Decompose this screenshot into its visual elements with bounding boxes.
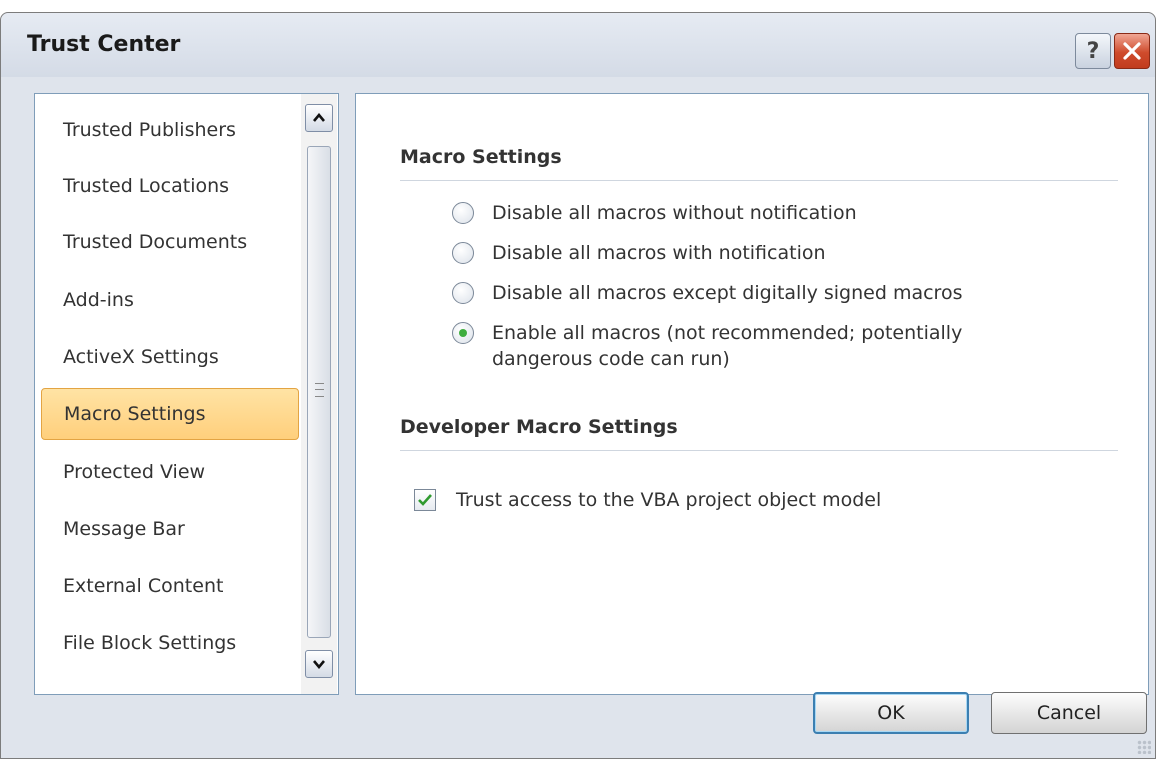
grip-icon [315,383,324,397]
radio-disable-except-signed[interactable]: Disable all macros except digitally sign… [452,280,962,306]
cancel-button[interactable]: Cancel [991,692,1147,734]
nav-item-add-ins[interactable]: Add-ins [41,274,299,326]
macro-settings-heading: Macro Settings [400,146,562,168]
chevron-down-icon [313,660,325,669]
developer-settings-heading: Developer Macro Settings [400,416,678,438]
radio-enable-all-macros[interactable]: Enable all macros (not recommended; pote… [452,320,962,372]
scroll-down-button[interactable] [305,650,333,678]
radio-button[interactable] [452,282,474,304]
radio-disable-with-notification[interactable]: Disable all macros with notification [452,240,826,266]
settings-panel: Macro Settings Disable all macros withou… [355,93,1149,695]
resize-grip-icon[interactable] [1137,740,1151,754]
radio-label-line-1: Enable all macros (not recommended; pote… [492,322,963,344]
ok-button[interactable]: OK [813,692,969,734]
radio-label: Enable all macros (not recommended; pote… [492,320,962,372]
close-button[interactable] [1114,33,1150,69]
radio-button[interactable] [452,242,474,264]
title-bar[interactable]: Trust Center ? [1,13,1155,77]
radio-disable-no-notification[interactable]: Disable all macros without notification [452,200,857,226]
section-divider [400,450,1118,451]
nav-item-activex-settings[interactable]: ActiveX Settings [41,331,299,383]
scroll-thumb[interactable] [307,146,331,638]
category-list: Trusted Publishers Trusted Locations Tru… [34,93,339,695]
radio-label: Disable all macros with notification [492,242,826,264]
close-icon [1123,42,1141,60]
nav-item-trusted-publishers[interactable]: Trusted Publishers [41,104,299,156]
vba-access-option[interactable]: Trust access to the VBA project object m… [414,489,881,511]
dialog-title: Trust Center [27,32,181,57]
checkmark-icon [418,494,432,506]
nav-item-trusted-documents[interactable]: Trusted Documents [41,216,299,268]
vba-access-label: Trust access to the VBA project object m… [456,489,882,511]
radio-button[interactable] [452,202,474,224]
nav-item-protected-view[interactable]: Protected View [41,446,299,498]
radio-button-selected[interactable] [452,322,474,344]
nav-item-file-block-settings[interactable]: File Block Settings [41,617,299,669]
radio-label-line-2: dangerous code can run) [492,348,730,370]
nav-item-message-bar[interactable]: Message Bar [41,503,299,555]
section-divider [400,180,1118,181]
vba-access-checkbox[interactable] [414,489,436,511]
trust-center-dialog: Trust Center ? Trusted Publishers Truste… [0,12,1156,759]
nav-item-trusted-locations[interactable]: Trusted Locations [41,160,299,212]
nav-item-macro-settings[interactable]: Macro Settings [41,388,299,440]
radio-label: Disable all macros except digitally sign… [492,282,963,304]
chevron-up-icon [313,113,325,122]
nav-scrollbar[interactable] [301,94,337,694]
radio-label: Disable all macros without notification [492,202,857,224]
help-button[interactable]: ? [1075,33,1111,69]
scroll-up-button[interactable] [305,104,333,132]
nav-item-external-content[interactable]: External Content [41,560,299,612]
